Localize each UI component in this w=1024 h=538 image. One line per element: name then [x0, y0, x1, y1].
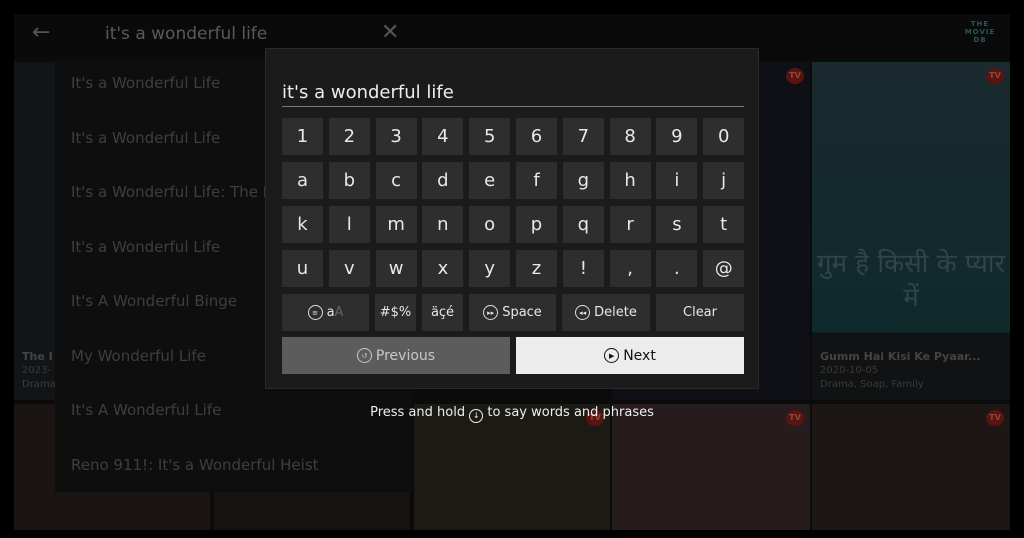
arrow-left-icon[interactable]: ←	[32, 20, 50, 45]
key-u[interactable]: u	[282, 250, 323, 287]
key-1[interactable]: 1	[282, 118, 323, 155]
key-![interactable]: !	[562, 250, 604, 287]
key-n[interactable]: n	[422, 206, 464, 243]
key-label: Clear	[683, 305, 717, 320]
key-.[interactable]: .	[656, 250, 698, 287]
key-a[interactable]: a	[282, 162, 323, 199]
key-7[interactable]: 7	[562, 118, 604, 155]
suggestion-item[interactable]: It's a Wonderful Life: The F	[71, 183, 271, 201]
tv-badge: TV	[786, 68, 804, 84]
tv-badge: TV	[986, 68, 1004, 84]
key-g[interactable]: g	[562, 162, 604, 199]
key-k[interactable]: k	[282, 206, 323, 243]
key-j[interactable]: j	[703, 162, 745, 199]
key-6[interactable]: 6	[516, 118, 557, 155]
key-clear[interactable]: Clear	[656, 294, 744, 331]
result-card[interactable]: TV	[612, 404, 810, 530]
key-symbols[interactable]: #$%	[375, 294, 416, 331]
suggestion-item[interactable]: It's a Wonderful Life	[71, 238, 220, 256]
key-t[interactable]: t	[703, 206, 745, 243]
suggestion-item[interactable]: It's a Wonderful Life	[71, 74, 220, 92]
next-button[interactable]: ▶ Next	[516, 337, 744, 374]
key-case[interactable]: ≡ aA	[282, 294, 369, 331]
key-label: Delete	[594, 305, 637, 320]
key-accents[interactable]: äçé	[422, 294, 463, 331]
tmdb-logo: THE MOVIE DB	[964, 20, 996, 44]
key-label: #$%	[379, 305, 412, 320]
key-z[interactable]: z	[516, 250, 557, 287]
onscreen-keyboard: it's a wonderful life ↺ Previous ▶ Next 12…	[265, 48, 759, 389]
key-o[interactable]: o	[469, 206, 511, 243]
key-q[interactable]: q	[562, 206, 604, 243]
microphone-icon: ↓	[469, 408, 484, 423]
key-2[interactable]: 2	[328, 118, 370, 155]
key-b[interactable]: b	[328, 162, 370, 199]
search-query[interactable]: it's a wonderful life	[105, 24, 267, 44]
suggestion-item[interactable]: My Wonderful Life	[71, 347, 206, 365]
menu-icon: ≡	[307, 305, 323, 320]
tv-badge: TV	[786, 410, 804, 426]
key-p[interactable]: p	[516, 206, 557, 243]
key-0[interactable]: 0	[703, 118, 745, 155]
key-@[interactable]: @	[703, 250, 745, 287]
key-w[interactable]: w	[375, 250, 417, 287]
key-c[interactable]: c	[375, 162, 417, 199]
previous-button[interactable]: ↺ Previous	[282, 337, 510, 374]
play-pause-icon: ▶	[604, 348, 620, 363]
card-meta: Gumm Hai Kisi Ke Pyaar... 2020-10-05 Drama…	[820, 350, 981, 390]
key-5[interactable]: 5	[469, 118, 511, 155]
keyboard-input[interactable]: it's a wonderful life	[282, 82, 744, 107]
result-card[interactable]: TV	[414, 404, 610, 530]
key-m[interactable]: m	[375, 206, 417, 243]
key-f[interactable]: f	[516, 162, 557, 199]
key-i[interactable]: i	[656, 162, 698, 199]
suggestion-item[interactable]: It's A Wonderful Binge	[71, 292, 237, 310]
key-8[interactable]: 8	[609, 118, 651, 155]
key-h[interactable]: h	[609, 162, 651, 199]
close-icon[interactable]: ✕	[381, 20, 399, 45]
key-v[interactable]: v	[328, 250, 370, 287]
key-space[interactable]: ▸▸ Space	[469, 294, 556, 331]
key-label: Space	[502, 305, 542, 320]
key-3[interactable]: 3	[375, 118, 417, 155]
poster-title: गुम है किसी के प्यार में	[816, 249, 1006, 313]
suggestion-item[interactable]: It's a Wonderful Life	[71, 129, 220, 147]
voice-hint: Press and hold ↓ to say words and phrase…	[265, 405, 759, 423]
card-meta: The I 2023- Drama	[22, 350, 56, 390]
key-,[interactable]: ,	[609, 250, 651, 287]
case-label: aA	[326, 305, 344, 320]
previous-icon: ↺	[356, 348, 372, 363]
result-card[interactable]: TV गुम है किसी के प्यार में Gumm Hai Kis…	[812, 62, 1010, 400]
key-x[interactable]: x	[422, 250, 464, 287]
key-s[interactable]: s	[656, 206, 698, 243]
fast-forward-icon: ▸▸	[483, 305, 499, 320]
key-l[interactable]: l	[328, 206, 370, 243]
result-card[interactable]: TV	[812, 404, 1010, 530]
suggestion-item[interactable]: Reno 911!: It's a Wonderful Heist	[71, 456, 319, 474]
tv-badge: TV	[986, 410, 1004, 426]
key-delete[interactable]: ◂◂ Delete	[562, 294, 650, 331]
suggestion-item[interactable]: It's A Wonderful Life	[71, 401, 221, 419]
key-y[interactable]: y	[469, 250, 511, 287]
key-r[interactable]: r	[609, 206, 651, 243]
key-label: äçé	[430, 305, 455, 320]
key-4[interactable]: 4	[422, 118, 464, 155]
key-d[interactable]: d	[422, 162, 464, 199]
key-e[interactable]: e	[469, 162, 511, 199]
key-9[interactable]: 9	[656, 118, 698, 155]
rewind-icon: ◂◂	[575, 305, 591, 320]
